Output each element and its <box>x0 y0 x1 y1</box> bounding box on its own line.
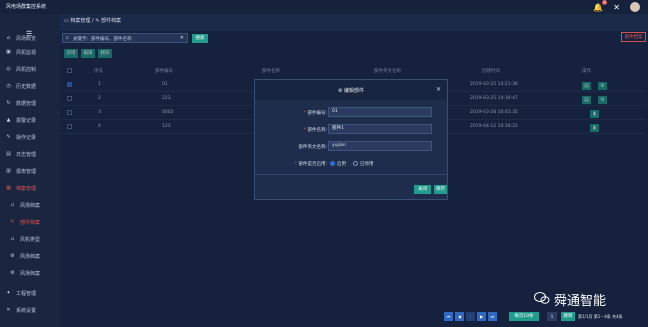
tab-parts-archive[interactable]: 部件档案 <box>621 32 646 42</box>
sidebar-subitem-archive-2[interactable]: ⚙ 风场档案 <box>0 249 60 263</box>
home-icon: ⌂ <box>6 34 11 41</box>
sidebar-item-project[interactable]: ✦ 工程管理 <box>0 286 60 300</box>
breadcrumb: ▭ 档案管理 / ✎ 部件档案 <box>64 18 122 24</box>
gear-icon: ⚙ <box>10 252 15 259</box>
document-icon: ▫ <box>10 235 15 242</box>
top-bar: 风电场群集控系统 🔔 9 ✕ <box>0 0 648 14</box>
close-button[interactable]: 关闭 <box>414 185 431 194</box>
folder-icon: ▭ <box>64 18 69 24</box>
enabled-yes-radio[interactable] <box>330 161 335 166</box>
app-title: 风电场群集控系统 <box>6 4 47 10</box>
per-page-select[interactable]: 每页10条 <box>509 312 539 321</box>
go-button[interactable]: 跳转 <box>561 312 575 321</box>
next-page-button[interactable]: ▶ <box>477 312 486 321</box>
enabled-no-radio[interactable] <box>353 161 358 166</box>
search-input[interactable]: ⌕ 关键字：部件编号、部件名称 ✕ <box>62 33 188 43</box>
data-icon: ↻ <box>6 99 11 106</box>
avatar[interactable] <box>630 2 640 12</box>
history-icon: ◷ <box>6 82 11 89</box>
clear-icon[interactable]: ✕ <box>180 35 184 41</box>
dialog-header: ⚙ 编辑部件 ✕ <box>255 80 447 100</box>
document-icon: ▫ <box>10 201 15 208</box>
sidebar-item-control[interactable]: ◎ 风机控制 <box>0 62 60 76</box>
page-input[interactable]: 1 <box>547 312 557 321</box>
watermark-text: 舜通智能 <box>554 294 607 309</box>
monitor-icon: ▣ <box>6 48 11 55</box>
wrench-icon: ✦ <box>6 289 11 296</box>
code-label: * 部件编号: <box>303 111 327 116</box>
sidebar-subitem-wind-farm[interactable]: ▫ 风场档案 <box>0 198 60 212</box>
search-button[interactable]: 搜索 <box>192 34 208 43</box>
sidebar-item-overview[interactable]: ⌂ 风场概览 <box>0 31 60 45</box>
name-label: * 部件名称: <box>303 128 327 133</box>
sidebar-item-report[interactable]: ▥ 报表管理 <box>0 164 60 178</box>
settings-icon: ✕ <box>6 306 11 313</box>
log-icon: ✎ <box>6 133 11 140</box>
sidebar-item-monitor[interactable]: ▣ 风机监视 <box>0 45 60 59</box>
save-button[interactable]: 保存 <box>434 185 447 194</box>
sidebar-item-oplog[interactable]: ✎ 操作记录 <box>0 130 60 144</box>
sidebar-subitem-archive-3[interactable]: ⚙ 风场档案 <box>0 266 60 280</box>
notification-badge: 9 <box>601 0 608 5</box>
sidebar: ☰ ⌂ 风场概览 ▣ 风机监视 ◎ 风机控制 ◷ 历史数据 ↻ 数据管理 ▲ 报警记录 ✎ 操… <box>0 14 60 327</box>
edit-part-dialog: ⚙ 编辑部件 ✕ * 部件编号: 01 * 部件名称: 部件1 部件英文名称: … <box>254 79 448 200</box>
sidebar-item-settings[interactable]: ✕ 系统设置 <box>0 303 60 317</box>
wechat-icon <box>534 292 550 304</box>
name-field[interactable]: 部件1 <box>328 124 432 134</box>
sidebar-item-history[interactable]: ◷ 历史数据 <box>0 79 60 93</box>
search-icon: ⌕ <box>66 35 69 41</box>
gear-icon: ⚙ <box>10 269 15 276</box>
archive-icon: ▦ <box>6 184 11 191</box>
first-page-button[interactable]: ⏮ <box>444 312 453 321</box>
close-icon[interactable]: ✕ <box>613 3 620 12</box>
enabled-label: * 部件是否启用: <box>294 162 327 167</box>
wrench-icon: ✎ <box>95 18 100 24</box>
prev-page-button[interactable]: ◀ <box>455 312 464 321</box>
page-summary: 第1/1页 第1－4条 共4条 <box>578 314 623 319</box>
pencil-icon: ✎ <box>10 218 15 225</box>
page-button[interactable]: · <box>466 312 475 321</box>
dialog-title: 编辑部件 <box>344 88 365 94</box>
control-icon: ◎ <box>6 65 11 72</box>
sidebar-item-data[interactable]: ↻ 数据管理 <box>0 96 60 110</box>
journal-icon: ▤ <box>6 150 11 157</box>
sidebar-subitem-parts[interactable]: ✎ 部件档案 <box>0 215 60 229</box>
bell-icon[interactable]: 🔔 9 <box>593 0 608 12</box>
gear-icon: ⚙ <box>337 88 343 94</box>
en-name-field[interactable]: yujian <box>328 141 432 151</box>
report-icon: ▥ <box>6 167 11 174</box>
sidebar-subitem-turbine-type[interactable]: ▫ 风机类型 <box>0 232 60 246</box>
close-icon[interactable]: ✕ <box>436 86 441 93</box>
sidebar-item-journal[interactable]: ▤ 日志管理 <box>0 147 60 161</box>
code-field[interactable]: 01 <box>328 107 432 117</box>
sidebar-item-alarm[interactable]: ▲ 报警记录 <box>0 113 60 127</box>
en-name-label: 部件英文名称: <box>298 145 327 150</box>
alarm-icon: ▲ <box>6 116 11 123</box>
sidebar-item-archive[interactable]: ▦ 档案管理 <box>0 181 60 195</box>
last-page-button[interactable]: ⏭ <box>488 312 497 321</box>
